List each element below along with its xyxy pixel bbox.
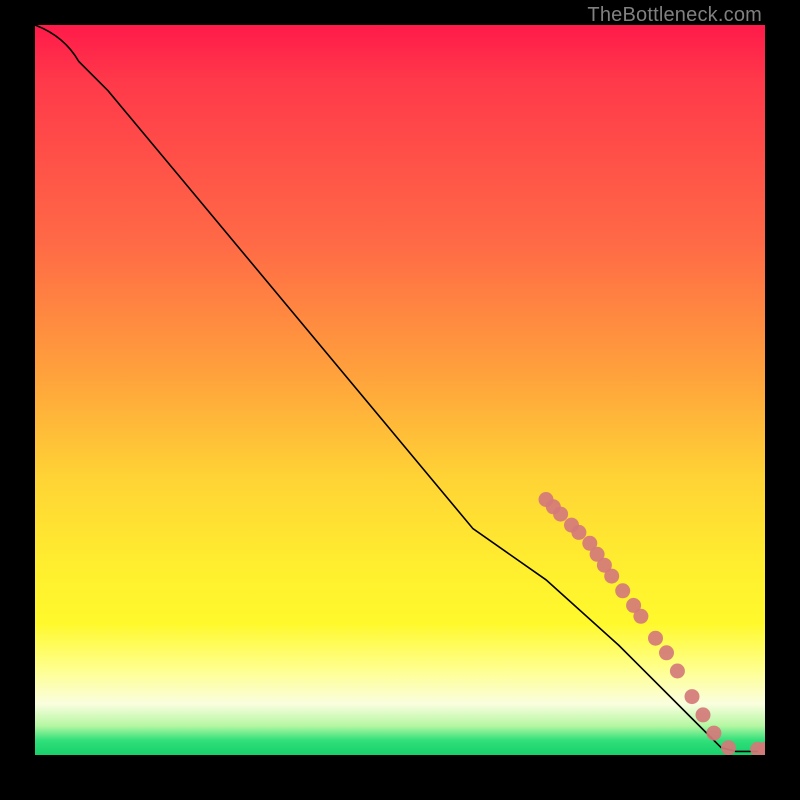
data-point <box>685 689 700 704</box>
data-point <box>571 525 586 540</box>
data-point <box>659 645 674 660</box>
chart-svg <box>35 25 765 755</box>
data-point <box>706 726 721 741</box>
data-point <box>696 707 711 722</box>
data-point <box>670 664 685 679</box>
data-point <box>633 609 648 624</box>
data-point <box>604 569 619 584</box>
data-point <box>648 631 663 646</box>
data-point <box>721 740 736 755</box>
data-point <box>553 507 568 522</box>
chart-frame <box>35 25 765 755</box>
attribution-text: TheBottleneck.com <box>587 4 762 27</box>
data-markers <box>539 492 766 755</box>
data-point <box>615 583 630 598</box>
